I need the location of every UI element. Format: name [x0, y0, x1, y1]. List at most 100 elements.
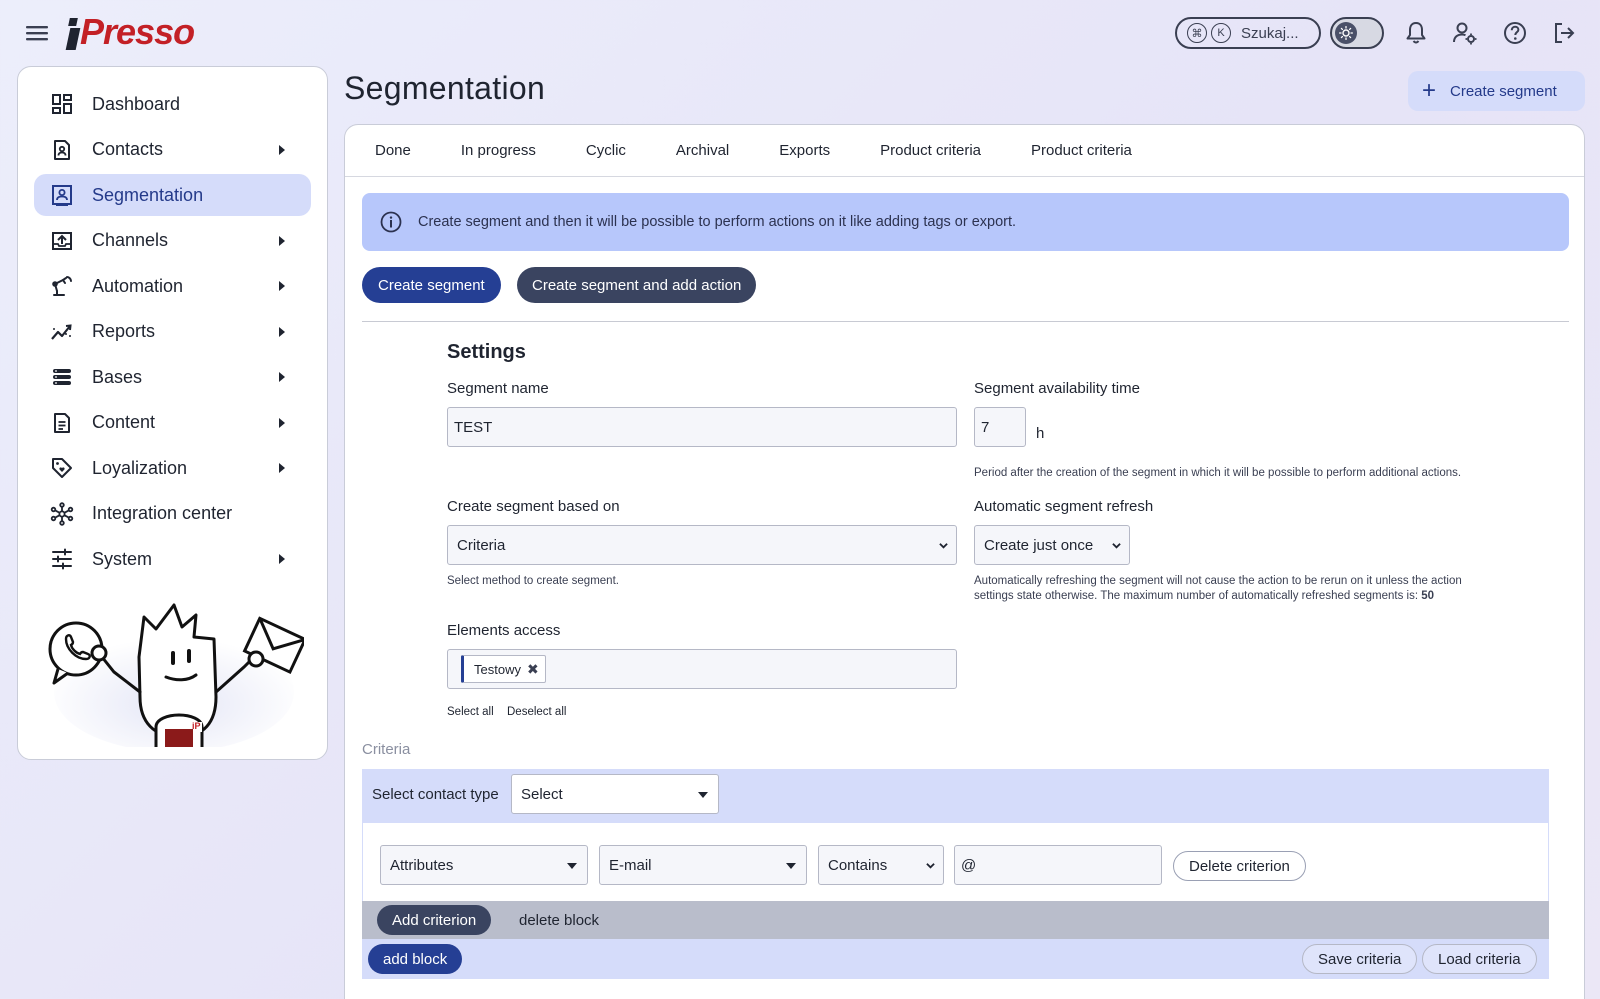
- sidebar-item-content[interactable]: Content: [34, 402, 311, 444]
- criterion-operator-select[interactable]: Contains: [818, 845, 944, 885]
- dashboard-icon: [50, 92, 74, 116]
- sidebar-item-dashboard[interactable]: Dashboard: [34, 83, 311, 125]
- tab-product-criteria[interactable]: Product criteria: [880, 142, 981, 159]
- bell-icon[interactable]: [1403, 20, 1429, 46]
- top-bar: Presso ⌘ K Szukaj...: [0, 0, 1600, 64]
- sidebar-item-loyalization[interactable]: Loyalization: [34, 447, 311, 489]
- criteria-label: Criteria: [362, 741, 411, 758]
- caret-down-icon: [567, 863, 577, 869]
- channels-icon: [50, 229, 74, 253]
- sidebar-item-contacts[interactable]: Contacts: [34, 129, 311, 171]
- page-title: Segmentation: [344, 70, 546, 106]
- based-on-select[interactable]: Criteria: [447, 525, 957, 565]
- chevron-down-icon: [926, 863, 935, 869]
- reports-icon: [50, 320, 74, 344]
- plus-icon: +: [1422, 77, 1437, 104]
- elements-access-label: Elements access: [447, 622, 561, 639]
- sidebar-item-label: Segmentation: [92, 184, 204, 205]
- add-criterion-button[interactable]: Add criterion: [377, 905, 492, 935]
- contact-type-select[interactable]: Select: [511, 774, 719, 814]
- criteria-block-footer: Add criterion delete block: [362, 901, 1549, 939]
- caret-right-icon: [279, 326, 285, 337]
- segmentation-icon: [50, 183, 74, 207]
- content-icon: [50, 411, 74, 435]
- logout-icon[interactable]: [1551, 20, 1577, 46]
- refresh-max-value: 50: [1421, 590, 1435, 602]
- tab-cyclic[interactable]: Cyclic: [586, 142, 626, 159]
- criterion-type-select[interactable]: Attributes: [380, 845, 588, 885]
- availability-unit: h: [1036, 425, 1045, 442]
- refresh-select[interactable]: Create just once: [974, 525, 1130, 565]
- chevron-down-icon: [1112, 543, 1121, 549]
- contacts-icon: [50, 138, 74, 162]
- load-criteria-button[interactable]: Load criteria: [1422, 944, 1537, 974]
- chevron-down-icon: [939, 543, 948, 549]
- sidebar-item-label: Automation: [92, 275, 184, 296]
- remove-tag-icon[interactable]: ✖: [527, 661, 539, 678]
- create-segment-top-button[interactable]: + Create segment: [1408, 71, 1585, 111]
- add-block-button[interactable]: add block: [368, 944, 463, 974]
- ipresso-logo[interactable]: Presso: [65, 10, 195, 52]
- based-on-value: Criteria: [457, 536, 506, 554]
- tab-done[interactable]: Done: [375, 142, 411, 159]
- caret-right-icon: [279, 281, 285, 291]
- sidebar-item-label: Channels: [92, 230, 169, 250]
- caret-right-icon: [279, 372, 285, 382]
- deselect-all-link[interactable]: Deselect all: [507, 706, 566, 718]
- caret-right-icon: [279, 463, 285, 473]
- automation-icon: [50, 274, 74, 298]
- create-segment-button[interactable]: Create segment: [362, 267, 501, 303]
- k-key-badge: K: [1211, 23, 1231, 43]
- system-icon: [50, 547, 74, 571]
- delete-block-button[interactable]: delete block: [519, 912, 599, 929]
- help-icon[interactable]: [1502, 20, 1528, 46]
- user-settings-icon[interactable]: [1452, 20, 1478, 46]
- sidebar-item-label: Dashboard: [92, 93, 181, 114]
- caret-right-icon: [279, 417, 285, 428]
- contact-type-label: Select contact type: [372, 786, 499, 803]
- save-criteria-button[interactable]: Save criteria: [1302, 944, 1418, 974]
- based-on-label: Create segment based on: [447, 498, 620, 515]
- tab-archival[interactable]: Archival: [676, 142, 729, 159]
- access-tag-label: Testowy: [474, 661, 521, 677]
- sidebar-item-integration-center[interactable]: Integration center: [34, 493, 311, 535]
- logo-i-mark: [65, 18, 81, 50]
- search-label: Szukaj...: [1241, 24, 1299, 42]
- sidebar-nav: Dashboard Contacts Segmentation Channels: [18, 67, 327, 580]
- logo-wordmark: Presso: [80, 11, 195, 52]
- create-segment-and-add-action-button[interactable]: Create segment and add action: [517, 267, 757, 303]
- criterion-type-value: Attributes: [390, 856, 454, 874]
- theme-toggle[interactable]: [1330, 17, 1384, 49]
- availability-time-input[interactable]: [974, 407, 1026, 447]
- integration-icon: [50, 501, 74, 526]
- create-segment-top-label: Create segment: [1450, 82, 1557, 100]
- sidebar-item-channels[interactable]: Channels: [34, 220, 311, 262]
- refresh-value: Create just once: [984, 536, 1094, 554]
- settings-title: Settings: [447, 341, 526, 363]
- search-button[interactable]: ⌘ K Szukaj...: [1175, 17, 1321, 49]
- sidebar-item-system[interactable]: System: [34, 538, 311, 580]
- select-all-link[interactable]: Select all: [447, 706, 494, 718]
- criterion-row: Attributes E-mail Contains Delete criter…: [362, 823, 1549, 901]
- delete-criterion-button[interactable]: Delete criterion: [1173, 851, 1306, 881]
- sidebar-item-reports[interactable]: Reports: [34, 311, 311, 353]
- criterion-attribute-select[interactable]: E-mail: [599, 845, 807, 885]
- svg-text:iP: iP: [192, 721, 201, 731]
- segment-name-label: Segment name: [447, 380, 549, 397]
- tab-exports[interactable]: Exports: [779, 142, 830, 159]
- tab-in-progress[interactable]: In progress: [461, 142, 536, 159]
- refresh-label: Automatic segment refresh: [974, 498, 1154, 515]
- sidebar-item-segmentation[interactable]: Segmentation: [34, 174, 311, 216]
- menu-icon[interactable]: [24, 20, 50, 46]
- caret-down-icon: [786, 863, 796, 869]
- segment-name-input[interactable]: [447, 407, 957, 447]
- loyalization-icon: [50, 456, 74, 480]
- sidebar-item-bases[interactable]: Bases: [34, 356, 311, 398]
- availability-time-label: Segment availability time: [974, 380, 1140, 397]
- tab-bar: Done In progress Cyclic Archival Exports…: [345, 125, 1584, 177]
- segmentation-card: Done In progress Cyclic Archival Exports…: [344, 124, 1585, 999]
- criteria-actions: add block Save criteria Load criteria: [362, 939, 1549, 979]
- tab-product-criteria-2[interactable]: Product criteria: [1031, 142, 1132, 159]
- sidebar-item-automation[interactable]: Automation: [34, 265, 311, 307]
- criterion-value-input[interactable]: [954, 845, 1162, 885]
